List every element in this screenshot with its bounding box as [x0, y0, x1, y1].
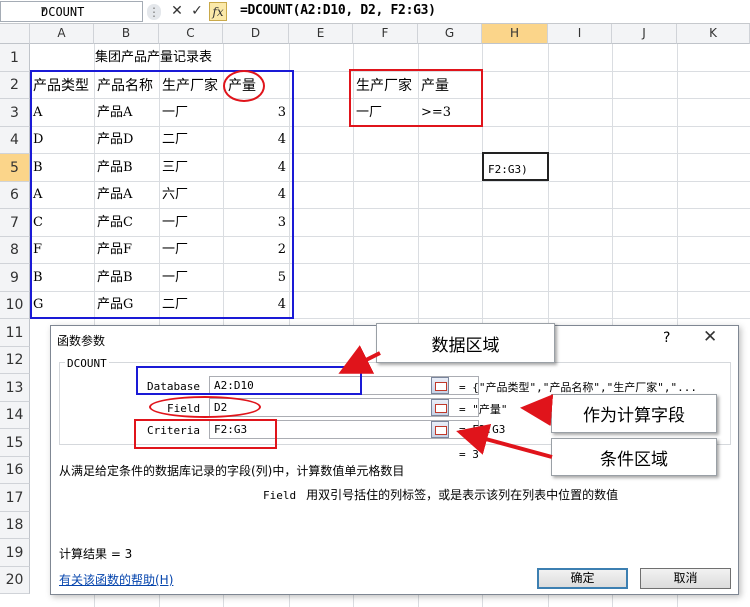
- column-header-e[interactable]: E: [289, 24, 353, 44]
- argument-name: Field: [263, 489, 297, 502]
- sheet-title[interactable]: 集团产品产量记录表: [95, 49, 212, 67]
- column-header-c[interactable]: C: [159, 24, 223, 44]
- callout-criteria: 条件区域: [551, 438, 717, 476]
- database-range-highlight: [30, 70, 294, 319]
- column-header-b[interactable]: B: [94, 24, 159, 44]
- function-result: = 3: [459, 448, 479, 461]
- row-header-15[interactable]: 15: [0, 429, 30, 457]
- callout-database: 数据区域: [376, 323, 555, 363]
- row-header-18[interactable]: 18: [0, 512, 30, 539]
- active-cell[interactable]: F2:G3): [482, 152, 549, 181]
- enter-icon[interactable]: ✓: [188, 2, 206, 21]
- select-all-corner[interactable]: [0, 24, 30, 44]
- function-help-link[interactable]: 有关该函数的帮助(H): [59, 571, 173, 588]
- row-header-11[interactable]: 11: [0, 319, 30, 347]
- criteria-result: = F2:G3: [459, 423, 506, 436]
- argument-description: Field 用双引号括住的列标签，或是表示该列在列表中位置的数值: [263, 486, 618, 503]
- column-header-d[interactable]: D: [223, 24, 289, 44]
- callout-field: 作为计算字段: [551, 394, 717, 433]
- field-result: = "产量": [459, 403, 508, 416]
- argument-description-text: 用双引号括住的列标签，或是表示该列在列表中位置的数值: [306, 488, 619, 502]
- row-header-16[interactable]: 16: [0, 457, 30, 484]
- collapse-dialog-icon[interactable]: [431, 421, 449, 438]
- column-header-a[interactable]: A: [30, 24, 94, 44]
- row-header-12[interactable]: 12: [0, 347, 30, 374]
- row-header-20[interactable]: 20: [0, 567, 30, 594]
- insert-function-icon[interactable]: fx: [209, 2, 227, 21]
- column-header-h[interactable]: H: [482, 24, 548, 44]
- row-header-14[interactable]: 14: [0, 402, 30, 429]
- row-header-5[interactable]: 5: [0, 154, 30, 182]
- formula-bar: DCOUNT ▼ ⋮ ✕ ✓ fx =DCOUNT(A2:D10, D2, F2…: [0, 0, 750, 24]
- dialog-title: 函数参数: [57, 334, 106, 348]
- formula-input[interactable]: =DCOUNT(A2:D10, D2, F2:G3): [240, 3, 436, 18]
- row-header-10[interactable]: 10: [0, 292, 30, 319]
- column-header-i[interactable]: I: [548, 24, 612, 44]
- help-icon[interactable]: ?: [663, 330, 670, 346]
- row-header-3[interactable]: 3: [0, 99, 30, 127]
- row-header-13[interactable]: 13: [0, 374, 30, 402]
- cancel-icon[interactable]: ✕: [168, 2, 186, 21]
- database-result: = {"产品类型","产品名称","生产厂家","...: [459, 381, 697, 394]
- field-highlight: [223, 70, 265, 102]
- ok-button[interactable]: 确定: [537, 568, 628, 589]
- row-header-9[interactable]: 9: [0, 264, 30, 292]
- database-arg-highlight: [136, 366, 362, 395]
- formula-bar-separator: ⋮: [147, 4, 161, 20]
- column-header-j[interactable]: J: [612, 24, 677, 44]
- chevron-down-icon[interactable]: ▼: [41, 5, 140, 15]
- close-icon[interactable]: ✕: [703, 327, 717, 347]
- row-header-17[interactable]: 17: [0, 484, 30, 512]
- row-header-1[interactable]: 1: [0, 44, 30, 72]
- function-name: DCOUNT: [65, 357, 109, 370]
- column-header-g[interactable]: G: [418, 24, 482, 44]
- name-box[interactable]: DCOUNT ▼: [0, 1, 143, 22]
- column-header-f[interactable]: F: [353, 24, 418, 44]
- row-header-2[interactable]: 2: [0, 72, 30, 99]
- calculation-result: 计算结果 = 3: [59, 547, 133, 561]
- function-description: 从满足给定条件的数据库记录的字段(列)中，计算数值单元格数目: [59, 464, 405, 478]
- row-header-7[interactable]: 7: [0, 209, 30, 237]
- row-header-19[interactable]: 19: [0, 539, 30, 567]
- collapse-dialog-icon[interactable]: [431, 377, 449, 394]
- cancel-button[interactable]: 取消: [640, 568, 731, 589]
- column-header-k[interactable]: K: [677, 24, 750, 44]
- row-header-4[interactable]: 4: [0, 127, 30, 154]
- criteria-range-highlight: [349, 69, 483, 127]
- collapse-dialog-icon[interactable]: [431, 399, 449, 416]
- row-header-6[interactable]: 6: [0, 182, 30, 209]
- field-arg-highlight: [149, 396, 261, 418]
- row-header-8[interactable]: 8: [0, 237, 30, 264]
- criteria-arg-highlight: [134, 419, 277, 449]
